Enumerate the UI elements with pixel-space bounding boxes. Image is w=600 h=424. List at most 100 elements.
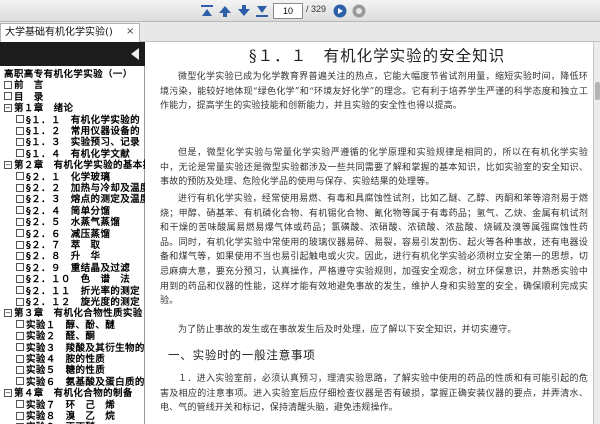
bookmark-icon[interactable] [16, 400, 24, 409]
bookmark-icon[interactable] [16, 365, 24, 374]
sidebar-item[interactable]: − 第２章 有机化学实验的基本操 [4, 160, 145, 171]
page-number-input[interactable]: 10 [273, 3, 303, 19]
sidebar-item-label: 实验８ 溴 乙 烷 [26, 411, 116, 422]
sidebar-item[interactable]: 实验２ 醛、酮 [16, 331, 95, 342]
sidebar-item[interactable]: §２．４ 简单分馏 [16, 206, 110, 217]
bookmark-icon[interactable] [16, 229, 24, 238]
go-icon[interactable] [332, 3, 348, 19]
sidebar-item[interactable]: 目 录 [4, 92, 44, 103]
bookmark-icon[interactable] [16, 263, 24, 272]
bookmark-tree: 高职高专有机化学实验（一）前 言目 录 − 第１章 绪论 §１．１ 有机化学实验的 §１… [0, 69, 145, 424]
sidebar-item[interactable]: 实验６ 氨基酸及蛋白质的 [16, 377, 145, 388]
sidebar-item[interactable]: §１．４ 有机化学文献 [16, 149, 130, 160]
paragraph-5: １．进入实验室前，必须认真预习，理清实验思路，了解实验中使用的药品的性质和有可能… [160, 374, 588, 414]
bookmark-icon[interactable] [4, 80, 12, 89]
bookmark-icon[interactable] [16, 172, 24, 181]
first-page-icon[interactable] [199, 3, 215, 19]
bookmark-icon[interactable] [16, 194, 24, 203]
sidebar-item[interactable]: §２．５ 水蒸气蒸馏 [16, 217, 120, 228]
sidebar-item[interactable]: §１．２ 常用仪器设备的 [16, 126, 140, 137]
sidebar-item[interactable]: §２．６ 减压蒸馏 [16, 229, 110, 240]
sidebar-item[interactable]: §１．３ 实验预习、记录 [16, 137, 140, 148]
sidebar-item-label: 第２章 有机化学实验的基本操 [14, 160, 145, 172]
sidebar-item-label: §２．８ 升 华 [26, 251, 101, 263]
bookmark-icon[interactable] [16, 183, 24, 192]
bookmark-icon[interactable] [16, 286, 24, 295]
next-page-icon[interactable] [236, 3, 252, 19]
bookmark-root[interactable]: 高职高专有机化学实验（一） [4, 69, 133, 80]
vertical-scrollbar[interactable] [593, 42, 600, 424]
collapse-icon[interactable]: − [4, 388, 12, 397]
paragraph-3: 进行有机化学实验，经常使用易燃、有毒和具腐蚀性试剂，比如乙醚、乙醇、丙酮和苯等溶… [160, 194, 588, 307]
sidebar-item[interactable]: §２．８ 升 华 [16, 251, 100, 262]
collapse-icon[interactable]: − [4, 103, 12, 112]
sidebar-item[interactable]: 实验１ 醇、酚、醚 [16, 320, 115, 331]
sidebar-item-label: 实验５ 糖的性质 [26, 365, 106, 377]
bookmark-icon[interactable] [16, 149, 24, 158]
page-title: §１．１ 有机化学实验的安全知识 [248, 47, 506, 65]
sidebar-item-label: 前 言 [14, 80, 44, 92]
sidebar-item-label: §２．１１ 折光率的测定 [26, 285, 141, 297]
bookmark-icon[interactable] [16, 320, 24, 329]
sidebar-item-label: §２．１２ 旋光度的测定 [26, 297, 141, 308]
sidebar-item[interactable]: §２．１０ 色 谱 法 [16, 274, 130, 285]
last-page-icon[interactable] [254, 3, 270, 19]
options-icon[interactable] [351, 3, 367, 19]
sidebar-item-label: §２．６ 减压蒸馏 [26, 228, 111, 240]
sidebar-item-label: §２．９ 重结晶及过滤 [26, 262, 131, 274]
sidebar-item[interactable]: − 第３章 有机化合物性质实验 [4, 308, 143, 319]
collapse-icon[interactable]: − [4, 308, 12, 317]
section-heading: 一、实验时的一般注意事项 [168, 348, 316, 362]
bookmark-icon[interactable] [16, 115, 24, 124]
paragraph-4: 为了防止事故的发生或在事故发生后及时处理，应了解以下安全知识，并切实遵守。 [178, 325, 517, 335]
sidebar-item-label: §２．１０ 色 谱 法 [26, 274, 131, 286]
sidebar-item-label: §２．１ 化学玻璃 [26, 171, 111, 183]
bookmark-icon[interactable] [16, 217, 24, 226]
bookmark-icon[interactable] [16, 206, 24, 215]
document-tab[interactable]: 大学基础有机化学实验() [0, 23, 140, 42]
bookmark-icon[interactable] [16, 331, 24, 340]
sidebar-item[interactable]: §２．１２ 旋光度的测定 [16, 297, 140, 308]
bookmark-icon[interactable] [16, 137, 24, 146]
bookmark-sidebar: 高职高专有机化学实验（一）前 言目 录 − 第１章 绪论 §１．１ 有机化学实验的 §１… [0, 42, 145, 424]
sidebar-item[interactable]: 前 言 [4, 80, 44, 91]
bookmark-icon[interactable] [4, 92, 12, 101]
sidebar-item[interactable]: − 第１章 绪论 [4, 103, 73, 114]
bookmark-icon[interactable] [16, 240, 24, 249]
close-tab-icon[interactable]: × [126, 27, 136, 37]
bookmark-icon[interactable] [16, 354, 24, 363]
previous-page-icon[interactable] [217, 3, 233, 19]
sidebar-item[interactable]: §１．１ 有机化学实验的 [16, 115, 140, 126]
collapse-sidebar-icon[interactable] [131, 48, 139, 60]
sidebar-item[interactable]: §２．３ 熔点的测定及温度 [16, 194, 145, 205]
sidebar-item[interactable]: 实验５ 糖的性质 [16, 365, 105, 376]
sidebar-item-label: §２．５ 水蒸气蒸馏 [26, 217, 121, 229]
sidebar-item-label: §２．２ 加热与冷却及温度 [26, 183, 145, 194]
bookmark-icon[interactable] [16, 251, 24, 260]
sidebar-item[interactable]: 实验７ 环 己 烯 [16, 400, 115, 411]
sidebar-item[interactable]: 实验３ 羧酸及其衍生物的 [16, 343, 145, 354]
sidebar-item[interactable]: − 第４章 有机化合物的制备 [4, 388, 133, 399]
sidebar-item[interactable]: 实验４ 胺的性质 [16, 354, 105, 365]
sidebar-item-label: 实验４ 胺的性质 [26, 354, 106, 365]
scrollbar-thumb[interactable] [595, 82, 600, 100]
sidebar-item[interactable]: §２．２ 加热与冷却及温度 [16, 183, 145, 194]
sidebar-item-label: §１．２ 常用仪器设备的 [26, 126, 141, 137]
bookmark-icon[interactable] [16, 274, 24, 283]
sidebar-item[interactable]: §２．１１ 折光率的测定 [16, 286, 140, 297]
page-total: / 329 [306, 4, 327, 14]
bookmark-icon[interactable] [16, 126, 24, 135]
document-page: §１．１ 有机化学实验的安全知识 微型化学实验已成为化学教育界普遍关注的热点，它… [146, 42, 593, 424]
reader-toolbar: 10 / 329 [0, 0, 600, 22]
sidebar-item[interactable]: §２．９ 重结晶及过滤 [16, 263, 130, 274]
sidebar-item[interactable]: §２．７ 萃 取 [16, 240, 100, 251]
sidebar-item[interactable]: §２．１ 化学玻璃 [16, 172, 110, 183]
bookmark-icon[interactable] [16, 377, 24, 386]
bookmark-icon[interactable] [16, 411, 24, 420]
bookmark-icon[interactable] [16, 297, 24, 306]
bookmark-icon[interactable] [16, 343, 24, 352]
sidebar-item-label: §２．３ 熔点的测定及温度 [26, 194, 145, 206]
paragraph-2: 但是，微型化学实验与常量化学实验严遵循的化学原理和实验规律是相同的，所以在有机化… [160, 148, 588, 188]
sidebar-item[interactable]: 实验８ 溴 乙 烷 [16, 411, 115, 422]
collapse-icon[interactable]: − [4, 160, 12, 169]
